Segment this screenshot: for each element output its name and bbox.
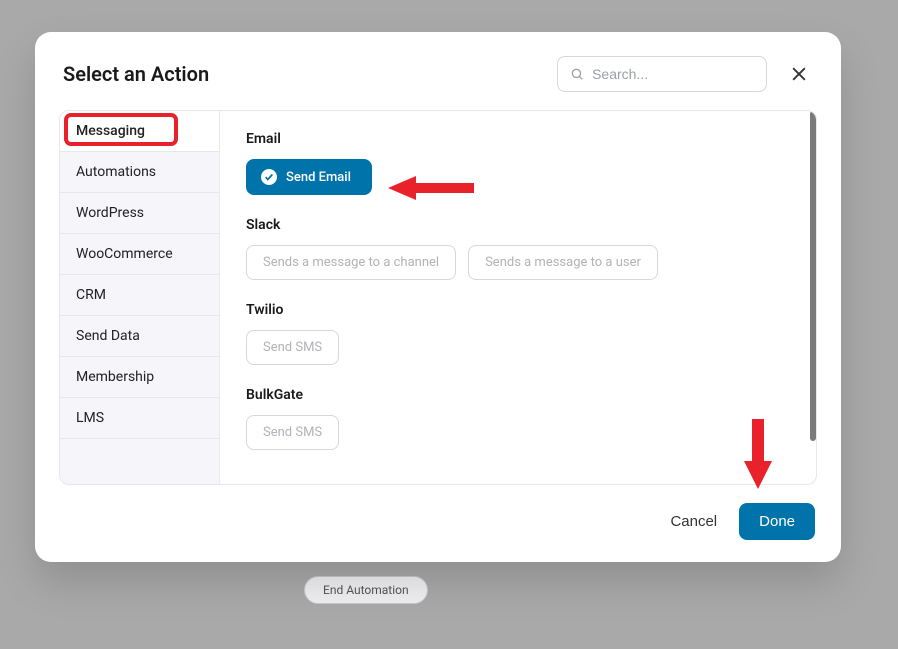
action-slack-channel[interactable]: Sends a message to a channel <box>246 245 456 280</box>
sidebar-item-messaging[interactable]: Messaging <box>60 111 219 152</box>
actions-panel: Email Send Email Slack Sends a message t… <box>220 111 816 484</box>
action-bulkgate-sms[interactable]: Send SMS <box>246 415 339 450</box>
action-row: Send SMS <box>246 415 790 450</box>
sidebar-item-crm[interactable]: CRM <box>60 275 219 316</box>
scrollbar-thumb[interactable] <box>810 111 816 441</box>
select-action-modal: Select an Action Messaging Automations W… <box>35 32 841 562</box>
cancel-button[interactable]: Cancel <box>666 505 721 538</box>
action-send-email[interactable]: Send Email <box>246 159 372 195</box>
modal-footer: Cancel Done <box>35 485 841 562</box>
action-slack-user[interactable]: Sends a message to a user <box>468 245 658 280</box>
sidebar-item-lms[interactable]: LMS <box>60 398 219 439</box>
end-automation-chip: End Automation <box>304 576 428 604</box>
done-button[interactable]: Done <box>739 503 815 540</box>
modal-title: Select an Action <box>63 62 557 86</box>
sidebar-item-woocommerce[interactable]: WooCommerce <box>60 234 219 275</box>
checkmark-icon <box>261 169 277 185</box>
action-row: Sends a message to a channel Sends a mes… <box>246 245 790 280</box>
modal-header: Select an Action <box>35 32 841 110</box>
action-twilio-sms[interactable]: Send SMS <box>246 330 339 365</box>
category-sidebar: Messaging Automations WordPress WooComme… <box>60 111 220 484</box>
group-title-bulkgate: BulkGate <box>246 387 790 403</box>
action-row: Send Email <box>246 159 790 195</box>
sidebar-item-automations[interactable]: Automations <box>60 152 219 193</box>
search-icon <box>570 66 584 82</box>
sidebar-item-wordpress[interactable]: WordPress <box>60 193 219 234</box>
sidebar-item-membership[interactable]: Membership <box>60 357 219 398</box>
group-title-email: Email <box>246 131 790 147</box>
action-row: Send SMS <box>246 330 790 365</box>
modal-body: Messaging Automations WordPress WooComme… <box>59 110 817 485</box>
group-title-slack: Slack <box>246 217 790 233</box>
action-label: Send Email <box>286 170 351 185</box>
search-field-wrap[interactable] <box>557 56 767 92</box>
group-title-twilio: Twilio <box>246 302 790 318</box>
close-button[interactable] <box>785 60 813 88</box>
sidebar-item-send-data[interactable]: Send Data <box>60 316 219 357</box>
search-input[interactable] <box>592 66 754 82</box>
close-icon <box>789 64 809 84</box>
